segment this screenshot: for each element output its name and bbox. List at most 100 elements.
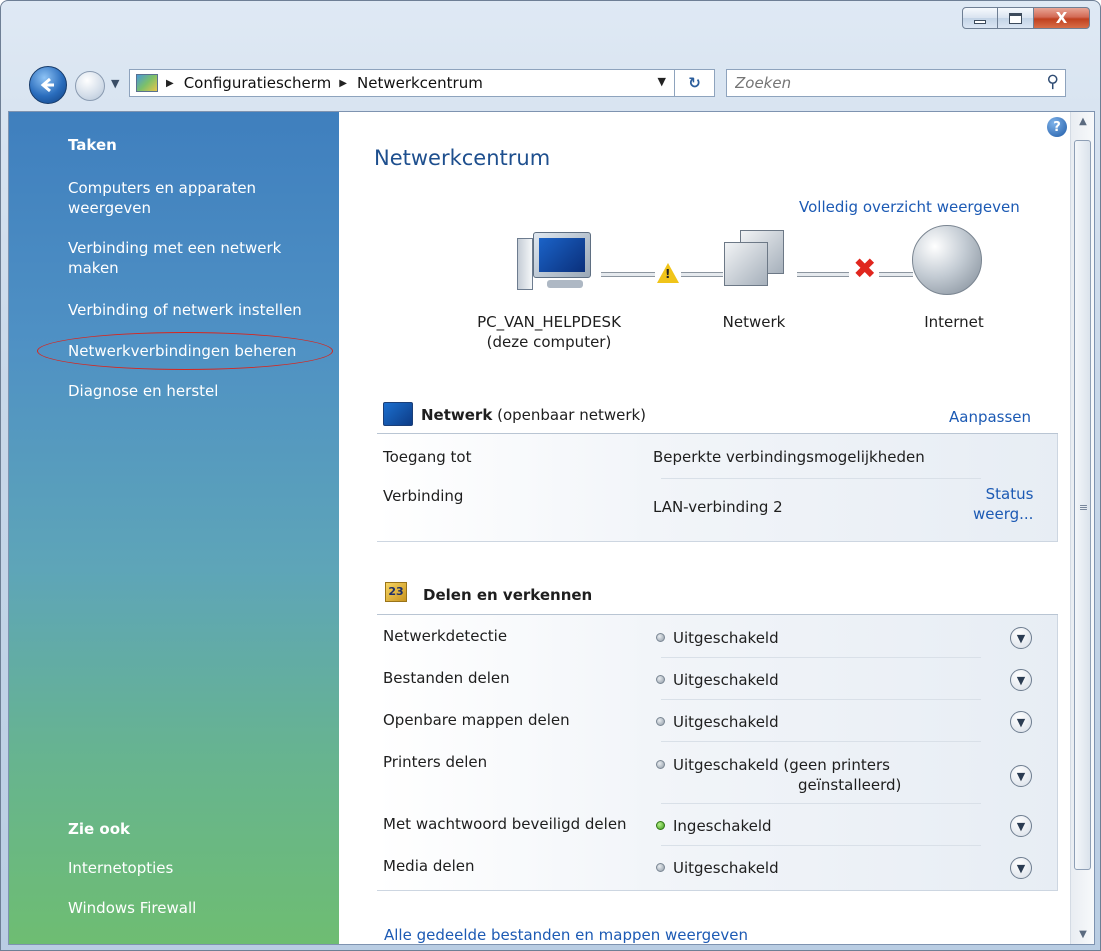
sharing-row-label: Media delen (383, 857, 475, 875)
view-status-link-line1: Status (985, 485, 1034, 503)
connection-value[interactable]: LAN-verbinding 2 (653, 498, 783, 516)
refresh-button[interactable]: ↻ (674, 70, 714, 96)
expand-public-folder-sharing-button[interactable]: ▼ (1010, 711, 1032, 733)
minimize-button[interactable] (962, 7, 998, 29)
sharing-row-value-line2: geïnstalleerd) (798, 776, 902, 794)
status-off-icon (656, 717, 665, 726)
computer-monitor (533, 232, 591, 278)
access-value: Beperkte verbindingsmogelijkheden (653, 448, 925, 466)
sharing-section-title: Delen en verkennen (423, 586, 593, 604)
expand-printer-sharing-button[interactable]: ▼ (1010, 765, 1032, 787)
row-divider (661, 657, 981, 658)
expand-password-protected-sharing-button[interactable]: ▼ (1010, 815, 1032, 837)
sharing-row-label: Openbare mappen delen (383, 711, 570, 729)
help-icon[interactable]: ? (1047, 117, 1067, 137)
expand-media-sharing-button[interactable]: ▼ (1010, 857, 1032, 879)
network-name: Netwerk (421, 406, 493, 424)
refresh-icon: ↻ (688, 74, 701, 92)
computer-name: PC_VAN_HELPDESK (477, 313, 621, 331)
sharing-row-value: Uitgeschakeld (geen printers geïnstallee… (656, 755, 901, 795)
status-off-icon (656, 633, 665, 642)
content-area: Taken Computers en apparaten weergeven V… (8, 111, 1095, 945)
minimize-icon (974, 20, 986, 24)
sharing-row-label: Netwerkdetectie (383, 627, 508, 645)
back-arrow-icon (40, 77, 54, 93)
title-bar[interactable]: X (1, 1, 1100, 49)
forward-button[interactable] (75, 71, 105, 101)
internet-globe-icon[interactable] (912, 225, 982, 295)
scroll-down-icon[interactable]: ▼ (1071, 929, 1094, 940)
network-status-icon (383, 402, 413, 426)
connection-line (681, 272, 723, 277)
task-view-computers-devices[interactable]: Computers en apparaten weergeven (68, 178, 330, 218)
breadcrumb-separator-icon[interactable]: ▶ (339, 78, 347, 89)
address-bar[interactable]: ▶ Configuratiescherm ▶ Netwerkcentrum ▼ … (129, 69, 715, 97)
network-section-header: Netwerk (openbaar netwerk) (421, 406, 646, 424)
expand-file-sharing-button[interactable]: ▼ (1010, 669, 1032, 691)
navigation-bar: ▼ ▶ Configuratiescherm ▶ Netwerkcentrum … (1, 59, 1100, 109)
task-setup-connection[interactable]: Verbinding of netwerk instellen (68, 300, 330, 320)
breadcrumb-control-panel[interactable]: Configuratiescherm (184, 74, 332, 92)
internet-label: Internet (924, 313, 984, 331)
window-frame: X ▼ ▶ Configuratiescherm ▶ Netwerkcentru… (0, 0, 1101, 951)
connection-line (879, 272, 913, 277)
access-label: Toegang tot (383, 448, 472, 466)
close-button[interactable]: X (1034, 7, 1090, 29)
search-icon[interactable]: ⚲ (1047, 72, 1059, 92)
computer-icon[interactable] (517, 232, 595, 296)
sharing-row-label: Bestanden delen (383, 669, 510, 687)
computer-screen (539, 238, 585, 272)
status-off-icon (656, 863, 665, 872)
computer-tower (517, 238, 533, 290)
row-divider (661, 803, 981, 804)
scroll-up-icon[interactable]: ▲ (1071, 116, 1094, 127)
search-input[interactable] (727, 74, 1027, 92)
maximize-button[interactable] (998, 7, 1034, 29)
sharing-row-value-text: Uitgeschakeld (673, 713, 779, 731)
main-panel: ? Netwerkcentrum Volledig overzicht weer… (339, 112, 1070, 944)
connection-line (797, 272, 849, 277)
breadcrumb-separator-icon[interactable]: ▶ (166, 78, 174, 89)
network-computer-front (724, 242, 768, 286)
sharing-row-value-text: Uitgeschakeld (673, 859, 779, 877)
see-also-internet-options[interactable]: Internetopties (68, 858, 330, 878)
view-status-link[interactable]: Status weerg... (973, 484, 1033, 524)
sharing-row-label: Met wachtwoord beveiligd delen (383, 815, 627, 833)
view-full-map-link[interactable]: Volledig overzicht weergeven (799, 198, 1020, 216)
sharing-row-label: Printers delen (383, 753, 488, 771)
see-also-windows-firewall[interactable]: Windows Firewall (68, 898, 330, 918)
sharing-row-value: Ingeschakeld (656, 817, 772, 835)
row-divider (661, 741, 981, 742)
expand-network-discovery-button[interactable]: ▼ (1010, 627, 1032, 649)
customize-link[interactable]: Aanpassen (949, 408, 1031, 426)
task-connect-to-network[interactable]: Verbinding met een netwerk maken (68, 238, 330, 278)
warning-mark: ! (665, 267, 671, 281)
vertical-scrollbar[interactable]: ▲ ≡ ▼ (1070, 112, 1094, 944)
computer-subtitle: (deze computer) (486, 333, 612, 351)
show-all-shared-files-link[interactable]: Alle gedeelde bestanden en mappen weerge… (384, 926, 748, 944)
error-x-icon: ✖ (853, 252, 877, 285)
sharing-row-value: Uitgeschakeld (656, 713, 779, 731)
back-button[interactable] (29, 66, 67, 104)
network-type: (openbaar netwerk) (497, 406, 647, 424)
recent-pages-dropdown-icon[interactable]: ▼ (111, 77, 119, 90)
computer-stand (547, 280, 583, 288)
highlight-annotation (37, 332, 333, 370)
control-panel-icon (136, 74, 158, 92)
sharing-icon: 23 (385, 582, 407, 602)
page-title: Netwerkcentrum (374, 146, 551, 170)
row-divider (661, 699, 981, 700)
status-off-icon (656, 675, 665, 684)
task-diagnose-repair[interactable]: Diagnose en herstel (68, 381, 330, 401)
network-icon[interactable] (724, 230, 788, 298)
connection-line (601, 272, 655, 277)
scrollbar-grip-icon: ≡ (1078, 501, 1089, 514)
sharing-row-value-text: Uitgeschakeld (673, 629, 779, 647)
search-box[interactable]: ⚲ (726, 69, 1066, 97)
scrollbar-thumb[interactable]: ≡ (1074, 140, 1091, 870)
breadcrumb-network-center[interactable]: Netwerkcentrum (357, 74, 483, 92)
window-controls: X (962, 7, 1090, 29)
sharing-row-value-text: Ingeschakeld (673, 817, 772, 835)
address-dropdown-icon[interactable]: ▼ (658, 75, 666, 88)
row-divider (661, 845, 981, 846)
